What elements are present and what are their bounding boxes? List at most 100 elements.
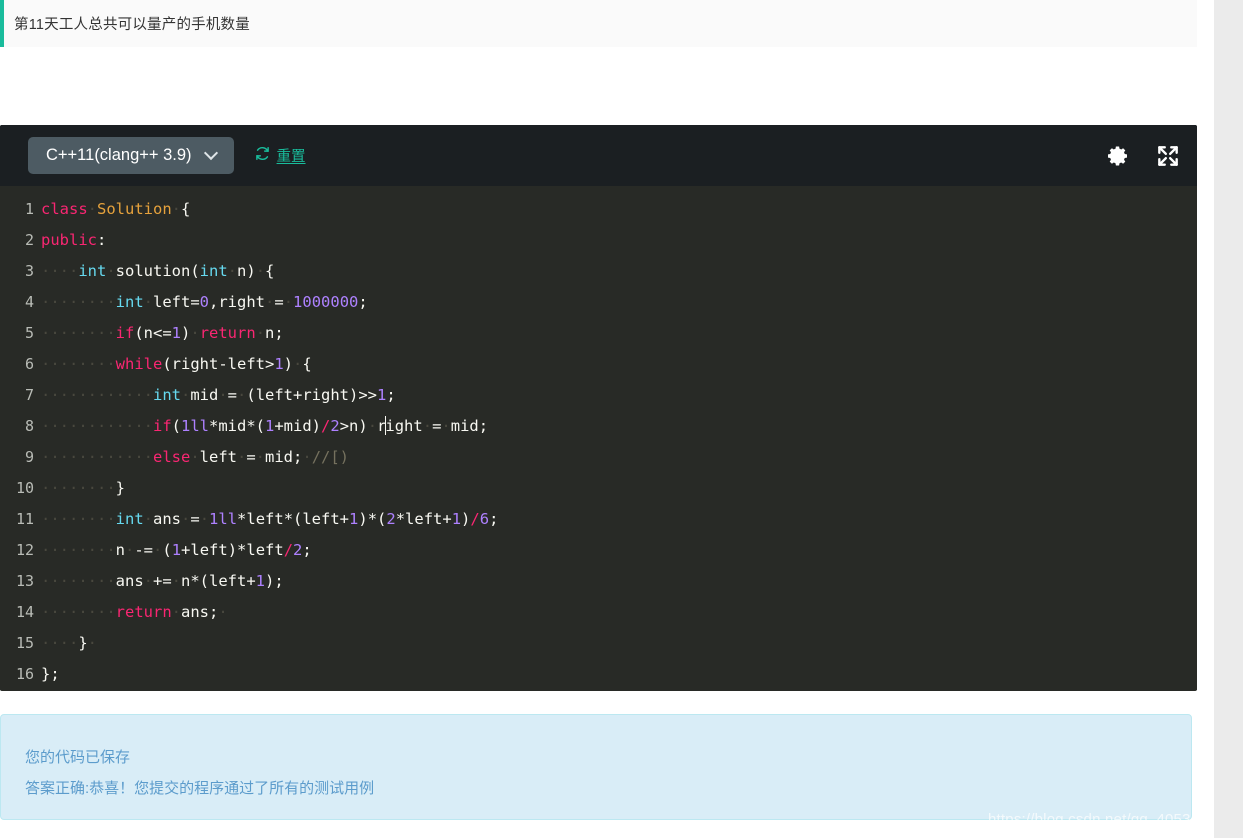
code-line[interactable]: 15 ····}·	[0, 628, 1197, 659]
code-token: ·	[190, 324, 200, 342]
code-text: ····}·	[41, 628, 97, 659]
code-token: >n)	[339, 417, 368, 435]
line-number: 9	[24, 448, 34, 466]
code-token: ·	[255, 448, 266, 466]
code-text: ········ans·+=·n*(left+1);	[41, 566, 284, 597]
code-token: int	[115, 293, 144, 311]
code-token: 1ll	[181, 417, 209, 435]
line-number: 2	[24, 231, 34, 249]
line-number: 15	[15, 634, 34, 652]
code-token: /	[321, 417, 331, 435]
code-token: left	[199, 448, 237, 466]
code-token: ·	[218, 603, 228, 621]
code-line[interactable]: 1 class·Solution·{	[0, 194, 1197, 225]
code-token: ·	[422, 417, 433, 435]
code-token: (right-left>	[162, 355, 275, 373]
code-token: 1000000	[293, 293, 359, 311]
code-token: ·	[125, 541, 135, 559]
code-token: while	[115, 355, 163, 373]
line-number: 13	[15, 572, 34, 590]
gear-icon[interactable]	[1105, 143, 1131, 169]
code-text: ········n·-=·(1+left)*left/2;	[41, 535, 312, 566]
code-line[interactable]: 4 ········int·left=0,right·=·1000000;	[0, 287, 1197, 318]
code-token: *mid*(	[209, 417, 265, 435]
line-number: 3	[24, 262, 34, 280]
code-line[interactable]: 12 ········n·-=·(1+left)*left/2;	[0, 535, 1197, 566]
code-token: if	[152, 417, 172, 435]
line-number: 7	[24, 386, 34, 404]
code-line[interactable]: 9 ············else·left·=·mid;·//[)	[0, 442, 1197, 473]
code-token: ········	[41, 293, 116, 311]
code-token: Solution	[97, 200, 172, 218]
code-lines[interactable]: 1 class·Solution·{2 public: 3 ····int·soluti…	[0, 186, 1197, 690]
code-token: =	[246, 448, 256, 466]
code-line[interactable]: 8 ············if(1ll*mid*(1+mid)/2>n)·rig…	[0, 411, 1197, 442]
code-token: ········	[41, 510, 116, 528]
code-token: solution(	[115, 262, 200, 280]
code-token: return	[199, 324, 256, 342]
code-token: ·	[255, 324, 266, 342]
code-text: ············else·left·=·mid;·//[)	[41, 442, 349, 473]
code-line[interactable]: 7 ············int·mid·=·(left+right)>>1;	[0, 380, 1197, 411]
code-token: }	[78, 634, 88, 652]
code-token: mid;	[265, 448, 303, 466]
code-token: 1	[451, 510, 462, 528]
code-editor[interactable]: C++11(clang++ 3.9) 重置 1 class·Solution·{…	[0, 125, 1197, 691]
code-token: ·	[441, 417, 451, 435]
page-scrollbar[interactable]	[1214, 0, 1243, 838]
code-token: mid	[190, 386, 219, 404]
code-token: ············	[41, 417, 153, 435]
code-token: ;	[302, 541, 312, 559]
code-line[interactable]: 6 ········while(right-left>1)·{	[0, 349, 1197, 380]
code-token: else	[152, 448, 191, 466]
code-token: 1	[255, 572, 266, 590]
line-number: 11	[15, 510, 34, 528]
code-line[interactable]: 10 ········}	[0, 473, 1197, 504]
line-number: 8	[24, 417, 34, 435]
code-token: ·	[302, 448, 312, 466]
code-text: ············if(1ll*mid*(1+mid)/2>n)·righ…	[41, 411, 488, 442]
code-line[interactable]: 16};	[0, 659, 1197, 690]
code-token: return	[115, 603, 172, 621]
code-token: =	[432, 417, 442, 435]
code-text: ········while(right-left>1)·{	[41, 349, 312, 380]
line-number: 1	[24, 200, 34, 218]
reset-button[interactable]: 重置	[254, 145, 306, 166]
code-token: int	[78, 262, 107, 280]
code-text: ····int·solution(int·n)·{	[41, 256, 274, 287]
code-token: ·	[106, 262, 116, 280]
code-line[interactable]: 14 ········return·ans;·	[0, 597, 1197, 628]
code-token: };	[41, 665, 60, 683]
code-line[interactable]: 3 ····int·solution(int·n)·{	[0, 256, 1197, 287]
fullscreen-icon[interactable]	[1155, 143, 1181, 169]
code-token: ans;	[181, 603, 219, 621]
code-token: //[)	[311, 448, 350, 466]
code-token: ans	[115, 572, 144, 590]
code-token: )	[181, 324, 191, 342]
code-token: public	[41, 231, 97, 249]
language-select[interactable]: C++11(clang++ 3.9)	[28, 137, 234, 174]
code-token: -=	[134, 541, 154, 559]
code-line[interactable]: 13 ········ans·+=·n*(left+1);	[0, 566, 1197, 597]
code-token: +mid)	[274, 417, 322, 435]
code-line[interactable]: 5 ········if(n<=1)·return·n;	[0, 318, 1197, 349]
code-text: ············int·mid·=·(left+right)>>1;	[41, 380, 396, 411]
code-token: ········	[41, 572, 116, 590]
code-token: ·	[171, 603, 181, 621]
code-token: 2	[330, 417, 340, 435]
code-token: ·	[367, 417, 378, 435]
code-token: 1	[171, 324, 181, 342]
code-token: int	[115, 510, 144, 528]
code-token: n)	[237, 262, 256, 280]
code-token: ·	[227, 262, 238, 280]
code-token: *left+	[395, 510, 452, 528]
code-token: mid;	[450, 417, 489, 435]
code-token: n*(left+	[181, 572, 256, 590]
code-token: {	[265, 262, 275, 280]
editor-toolbar: C++11(clang++ 3.9) 重置	[0, 125, 1197, 186]
code-token: n	[115, 541, 125, 559]
code-token: ·	[181, 510, 191, 528]
code-line[interactable]: 11 ········int·ans·=·1ll*left*(left+1)*(2…	[0, 504, 1197, 535]
code-text: ········if(n<=1)·return·n;	[41, 318, 284, 349]
code-line[interactable]: 2 public:	[0, 225, 1197, 256]
